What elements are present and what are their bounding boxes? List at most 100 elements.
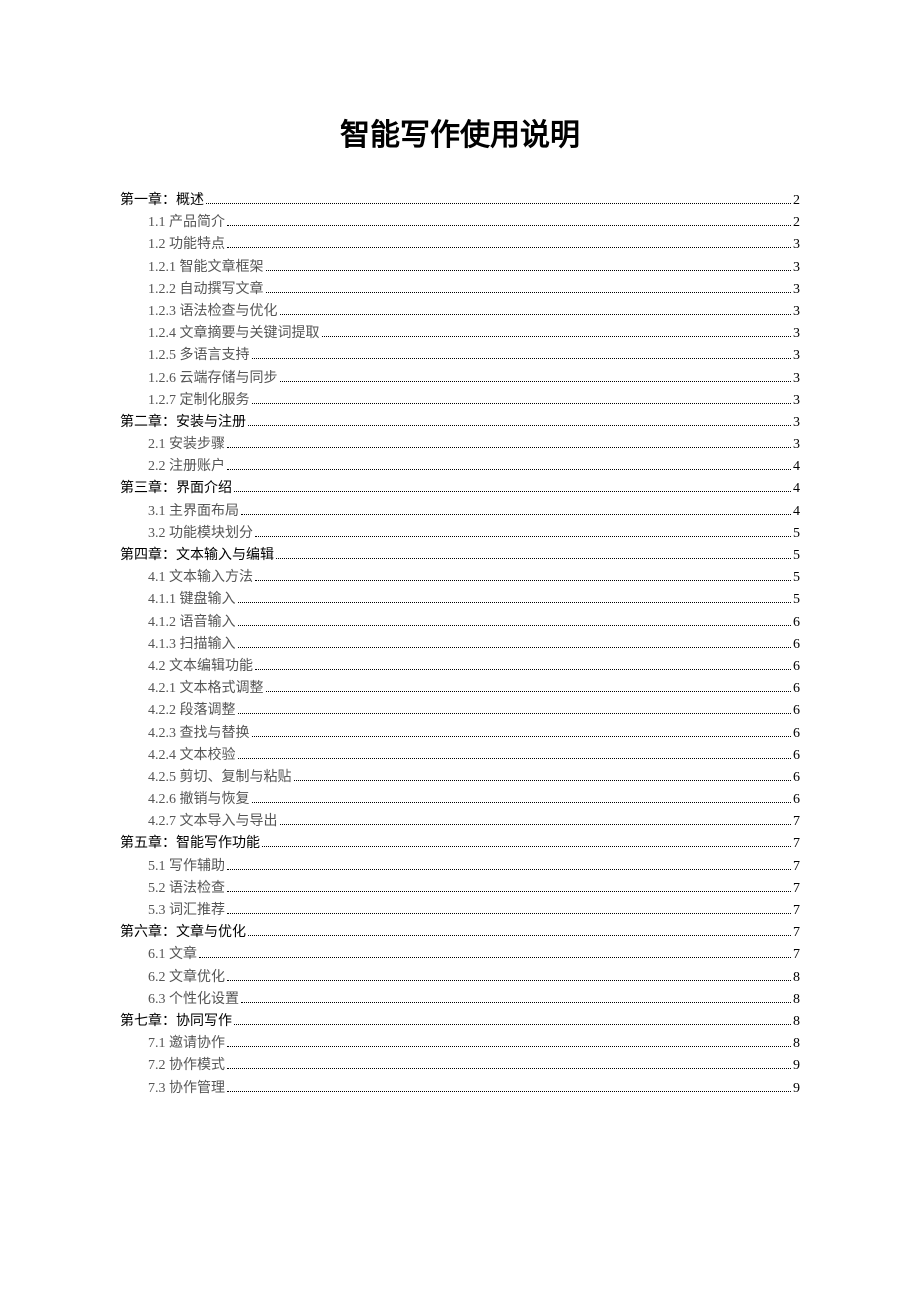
toc-leader-dots: [238, 647, 792, 648]
toc-leader-dots: [266, 691, 792, 692]
toc-entry-label: 4.1.2 语音输入: [148, 616, 236, 630]
toc-entry-page: 5: [793, 593, 800, 607]
toc-entry[interactable]: 7.1 邀请协作8: [120, 1037, 800, 1051]
toc-leader-dots: [294, 780, 792, 781]
toc-entry[interactable]: 1.2.3 语法检查与优化3: [120, 305, 800, 319]
toc-entry[interactable]: 5.3 词汇推荐7: [120, 904, 800, 918]
toc-entry[interactable]: 第一章：概述 2: [120, 194, 800, 208]
toc-leader-dots: [227, 869, 791, 870]
toc-entry-label: 1.1 产品简介: [148, 216, 225, 230]
toc-entry-label: 1.2.7 定制化服务: [148, 394, 250, 408]
toc-entry[interactable]: 6.1 文章7: [120, 948, 800, 962]
toc-entry-page: 6: [793, 793, 800, 807]
toc-entry[interactable]: 5.1 写作辅助7: [120, 860, 800, 874]
toc-entry[interactable]: 1.2.4 文章摘要与关键词提取3: [120, 327, 800, 341]
toc-entry[interactable]: 7.2 协作模式9: [120, 1059, 800, 1073]
toc-entry[interactable]: 6.2 文章优化8: [120, 971, 800, 985]
toc-entry-page: 3: [793, 305, 800, 319]
toc-entry[interactable]: 4.2.2 段落调整6: [120, 704, 800, 718]
toc-entry[interactable]: 4.2 文本编辑功能 6: [120, 660, 800, 674]
toc-entry-page: 7: [793, 815, 800, 829]
toc-entry[interactable]: 第六章：文章与优化 7: [120, 926, 800, 940]
toc-entry-page: 3: [793, 327, 800, 341]
toc-entry[interactable]: 第四章：文本输入与编辑5: [120, 549, 800, 563]
toc-leader-dots: [322, 336, 792, 337]
toc-entry[interactable]: 4.2.5 剪切、复制与粘贴6: [120, 771, 800, 785]
toc-entry-label: 4.2 文本编辑功能: [148, 660, 253, 674]
table-of-contents: 第一章：概述 2 1.1 产品简介2 1.2 功能特点3 1.2.1 智能文章框架3 1.…: [120, 194, 800, 1096]
toc-entry[interactable]: 4.1 文本输入方法5: [120, 571, 800, 585]
toc-entry-page: 6: [793, 749, 800, 763]
toc-entry-label: 4.2.6 撤销与恢复: [148, 793, 250, 807]
toc-entry-page: 6: [793, 727, 800, 741]
toc-leader-dots: [238, 625, 792, 626]
toc-entry[interactable]: 4.2.3 查找与替换6: [120, 727, 800, 741]
toc-leader-dots: [280, 824, 792, 825]
toc-entry[interactable]: 3.1 主界面布局4: [120, 505, 800, 519]
toc-entry-page: 5: [793, 527, 800, 541]
toc-entry[interactable]: 2.1 安装步骤3: [120, 438, 800, 452]
toc-entry-page: 6: [793, 638, 800, 652]
toc-entry[interactable]: 4.2.1 文本格式调整6: [120, 682, 800, 696]
toc-entry-label: 4.1.1 键盘输入: [148, 593, 236, 607]
toc-leader-dots: [241, 1002, 791, 1003]
toc-entry[interactable]: 4.1.3 扫描输入6: [120, 638, 800, 652]
toc-leader-dots: [238, 602, 792, 603]
toc-entry[interactable]: 1.2.1 智能文章框架3: [120, 261, 800, 275]
toc-entry[interactable]: 1.2.2 自动撰写文章3: [120, 283, 800, 297]
toc-entry[interactable]: 6.3 个性化设置8: [120, 993, 800, 1007]
toc-leader-dots: [227, 1068, 791, 1069]
toc-entry[interactable]: 1.2 功能特点3: [120, 238, 800, 252]
toc-entry[interactable]: 第三章：界面介绍4: [120, 482, 800, 496]
toc-entry[interactable]: 4.2.6 撤销与恢复 6: [120, 793, 800, 807]
toc-entry-page: 6: [793, 704, 800, 718]
toc-entry[interactable]: 3.2 功能模块划分 5: [120, 527, 800, 541]
toc-entry[interactable]: 2.2 注册账户 4: [120, 460, 800, 474]
toc-entry[interactable]: 第二章：安装与注册3: [120, 416, 800, 430]
toc-entry-page: 7: [793, 926, 800, 940]
toc-leader-dots: [252, 403, 792, 404]
toc-leader-dots: [266, 270, 792, 271]
toc-entry-label: 2.2 注册账户: [148, 460, 225, 474]
toc-entry[interactable]: 第七章：协同写作8: [120, 1015, 800, 1029]
toc-leader-dots: [206, 203, 791, 204]
toc-leader-dots: [238, 713, 792, 714]
toc-entry-label: 6.2 文章优化: [148, 971, 225, 985]
toc-leader-dots: [227, 913, 791, 914]
toc-entry-label: 7.3 协作管理: [148, 1082, 225, 1096]
toc-entry[interactable]: 1.2.6 云端存储与同步3: [120, 372, 800, 386]
toc-entry-label: 5.2 语法检查: [148, 882, 225, 896]
toc-entry[interactable]: 5.2 语法检查 7: [120, 882, 800, 896]
toc-entry-label: 第一章：概述: [120, 194, 204, 208]
toc-entry-label: 第七章：协同写作: [120, 1015, 232, 1029]
toc-entry-page: 7: [793, 837, 800, 851]
toc-leader-dots: [227, 447, 791, 448]
toc-entry-label: 1.2.5 多语言支持: [148, 349, 250, 363]
toc-leader-dots: [255, 536, 791, 537]
toc-entry-page: 4: [793, 460, 800, 474]
toc-entry-page: 9: [793, 1059, 800, 1073]
toc-entry[interactable]: 4.2.7 文本导入与导出 7: [120, 815, 800, 829]
toc-leader-dots: [227, 1091, 791, 1092]
toc-entry[interactable]: 4.2.4 文本校验6: [120, 749, 800, 763]
toc-entry[interactable]: 4.1.2 语音输入6: [120, 616, 800, 630]
toc-entry[interactable]: 4.1.1 键盘输入 5: [120, 593, 800, 607]
toc-entry-label: 4.2.7 文本导入与导出: [148, 815, 278, 829]
toc-entry[interactable]: 7.3 协作管理9: [120, 1082, 800, 1096]
toc-entry[interactable]: 1.2.7 定制化服务3: [120, 394, 800, 408]
toc-entry-page: 6: [793, 771, 800, 785]
toc-entry[interactable]: 1.2.5 多语言支持3: [120, 349, 800, 363]
toc-leader-dots: [241, 514, 791, 515]
toc-entry-page: 2: [793, 194, 800, 208]
toc-leader-dots: [266, 292, 792, 293]
toc-entry-label: 3.2 功能模块划分: [148, 527, 253, 541]
toc-entry-label: 5.1 写作辅助: [148, 860, 225, 874]
toc-entry-label: 第六章：文章与优化: [120, 926, 246, 940]
document-page: 智能写作使用说明 第一章：概述21.1 产品简介21.2 功能特点31.2.1 …: [0, 0, 920, 1164]
toc-leader-dots: [280, 314, 792, 315]
toc-entry-page: 6: [793, 660, 800, 674]
toc-entry-page: 7: [793, 882, 800, 896]
toc-entry-label: 6.1 文章: [148, 948, 197, 962]
toc-entry[interactable]: 第五章：智能写作功能7: [120, 837, 800, 851]
toc-entry[interactable]: 1.1 产品简介2: [120, 216, 800, 230]
